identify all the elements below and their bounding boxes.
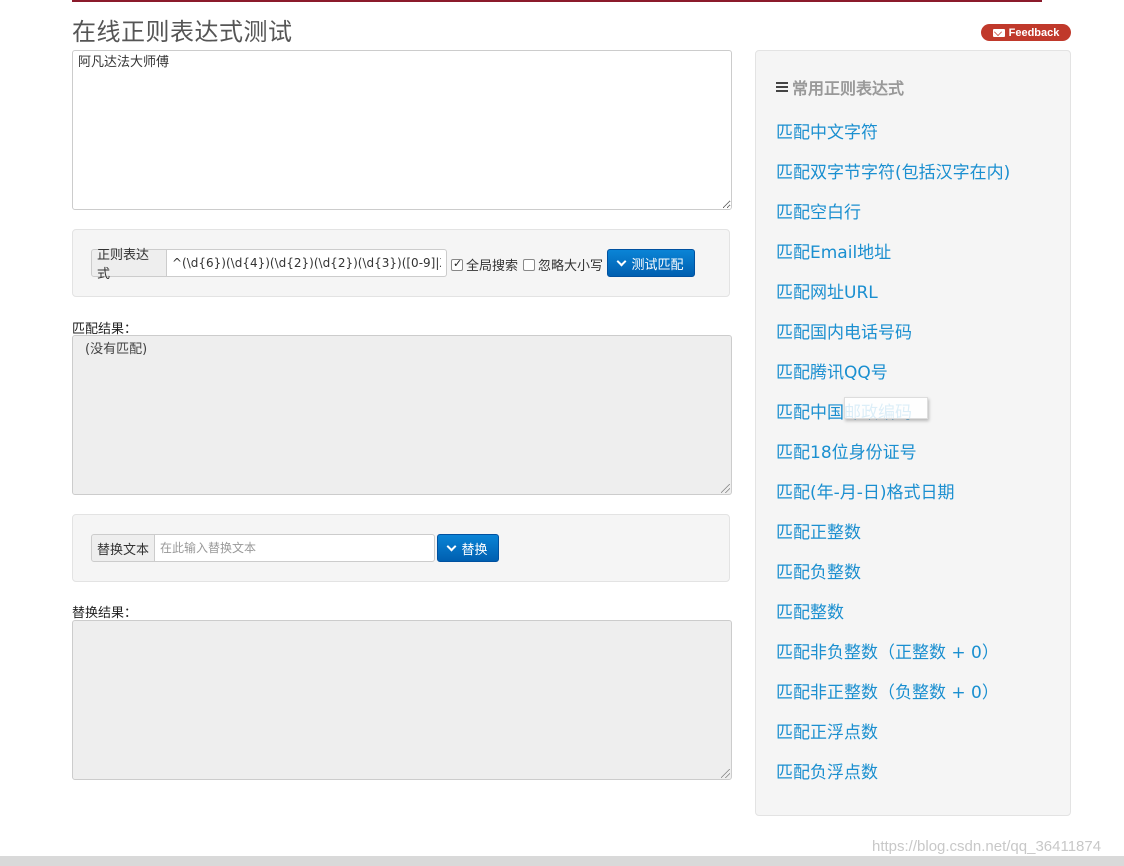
- watermark: https://blog.csdn.net/qq_36411874: [872, 838, 1102, 855]
- global-search-option[interactable]: 全局搜索: [451, 255, 518, 274]
- sidebar-link-non-negative-int[interactable]: 匹配非负整数（正整数 + 0）: [776, 638, 999, 663]
- sidebar-link-date[interactable]: 匹配(年-月-日)格式日期: [776, 478, 955, 503]
- sidebar-link-chinese[interactable]: 匹配中文字符: [776, 118, 878, 143]
- replace-button-label: 替换: [461, 542, 488, 558]
- match-result-text: (没有匹配): [85, 342, 148, 357]
- regex-addon-label: 正则表达式: [91, 248, 167, 282]
- page-title: 在线正则表达式测试: [72, 18, 293, 46]
- sidebar-link-negative-int[interactable]: 匹配负整数: [776, 558, 861, 583]
- sidebar-link-url[interactable]: 匹配网址URL: [776, 278, 878, 303]
- sidebar-link-blank-line[interactable]: 匹配空白行: [776, 198, 861, 223]
- match-result-output[interactable]: (没有匹配): [72, 335, 732, 495]
- sidebar-link-phone[interactable]: 匹配国内电话号码: [776, 318, 912, 343]
- regex-panel: 正则表达式 全局搜索 忽略大小写 测试匹配: [72, 229, 730, 297]
- list-icon: [776, 81, 788, 93]
- ignore-case-option[interactable]: 忽略大小写: [523, 255, 603, 274]
- replace-button[interactable]: 替换: [437, 534, 499, 562]
- sidebar-link-positive-float[interactable]: 匹配正浮点数: [776, 718, 878, 743]
- sidebar-heading: 常用正则表达式: [776, 75, 904, 99]
- replace-addon-label: 替换文本: [91, 534, 155, 562]
- chevron-down-icon: [617, 256, 627, 266]
- test-match-label: 测试匹配: [631, 257, 684, 273]
- global-search-label: 全局搜索: [466, 259, 519, 274]
- replace-result-label: 替换结果：: [72, 606, 138, 621]
- ignore-case-label: 忽略大小写: [538, 259, 604, 274]
- replace-result-output[interactable]: [72, 620, 732, 780]
- sidebar-link-qq[interactable]: 匹配腾讯QQ号: [776, 358, 888, 383]
- sidebar-link-id-card[interactable]: 匹配18位身份证号: [776, 438, 917, 463]
- top-rule: [72, 0, 1042, 2]
- sidebar-heading-text: 常用正则表达式: [792, 79, 905, 98]
- resize-handle-icon[interactable]: [721, 769, 730, 778]
- replace-panel: 替换文本 替换: [72, 514, 730, 582]
- tooltip-popup: [844, 397, 928, 419]
- common-regex-sidebar: 常用正则表达式 匹配中文字符 匹配双字节字符(包括汉字在内) 匹配空白行 匹配E…: [755, 50, 1071, 816]
- sidebar-link-double-byte[interactable]: 匹配双字节字符(包括汉字在内): [776, 158, 1010, 183]
- envelope-icon: [992, 28, 1005, 37]
- source-text-input[interactable]: [72, 50, 732, 210]
- feedback-button[interactable]: Feedback: [981, 24, 1071, 41]
- regex-input[interactable]: [167, 249, 447, 277]
- ignore-case-checkbox[interactable]: [523, 258, 535, 271]
- replace-input[interactable]: [155, 534, 435, 562]
- sidebar-link-non-positive-int[interactable]: 匹配非正整数（负整数 + 0）: [776, 678, 999, 703]
- global-search-checkbox[interactable]: [451, 257, 463, 271]
- sidebar-link-positive-int[interactable]: 匹配正整数: [776, 518, 861, 543]
- sidebar-link-email[interactable]: 匹配Email地址: [776, 238, 891, 263]
- feedback-label: Feedback: [1008, 26, 1060, 39]
- sidebar-link-negative-float[interactable]: 匹配负浮点数: [776, 758, 878, 783]
- footer-band: [0, 856, 1124, 866]
- chevron-down-icon: [447, 541, 457, 551]
- test-match-button[interactable]: 测试匹配: [607, 249, 695, 277]
- sidebar-link-int[interactable]: 匹配整数: [776, 598, 844, 623]
- resize-handle-icon[interactable]: [721, 484, 730, 493]
